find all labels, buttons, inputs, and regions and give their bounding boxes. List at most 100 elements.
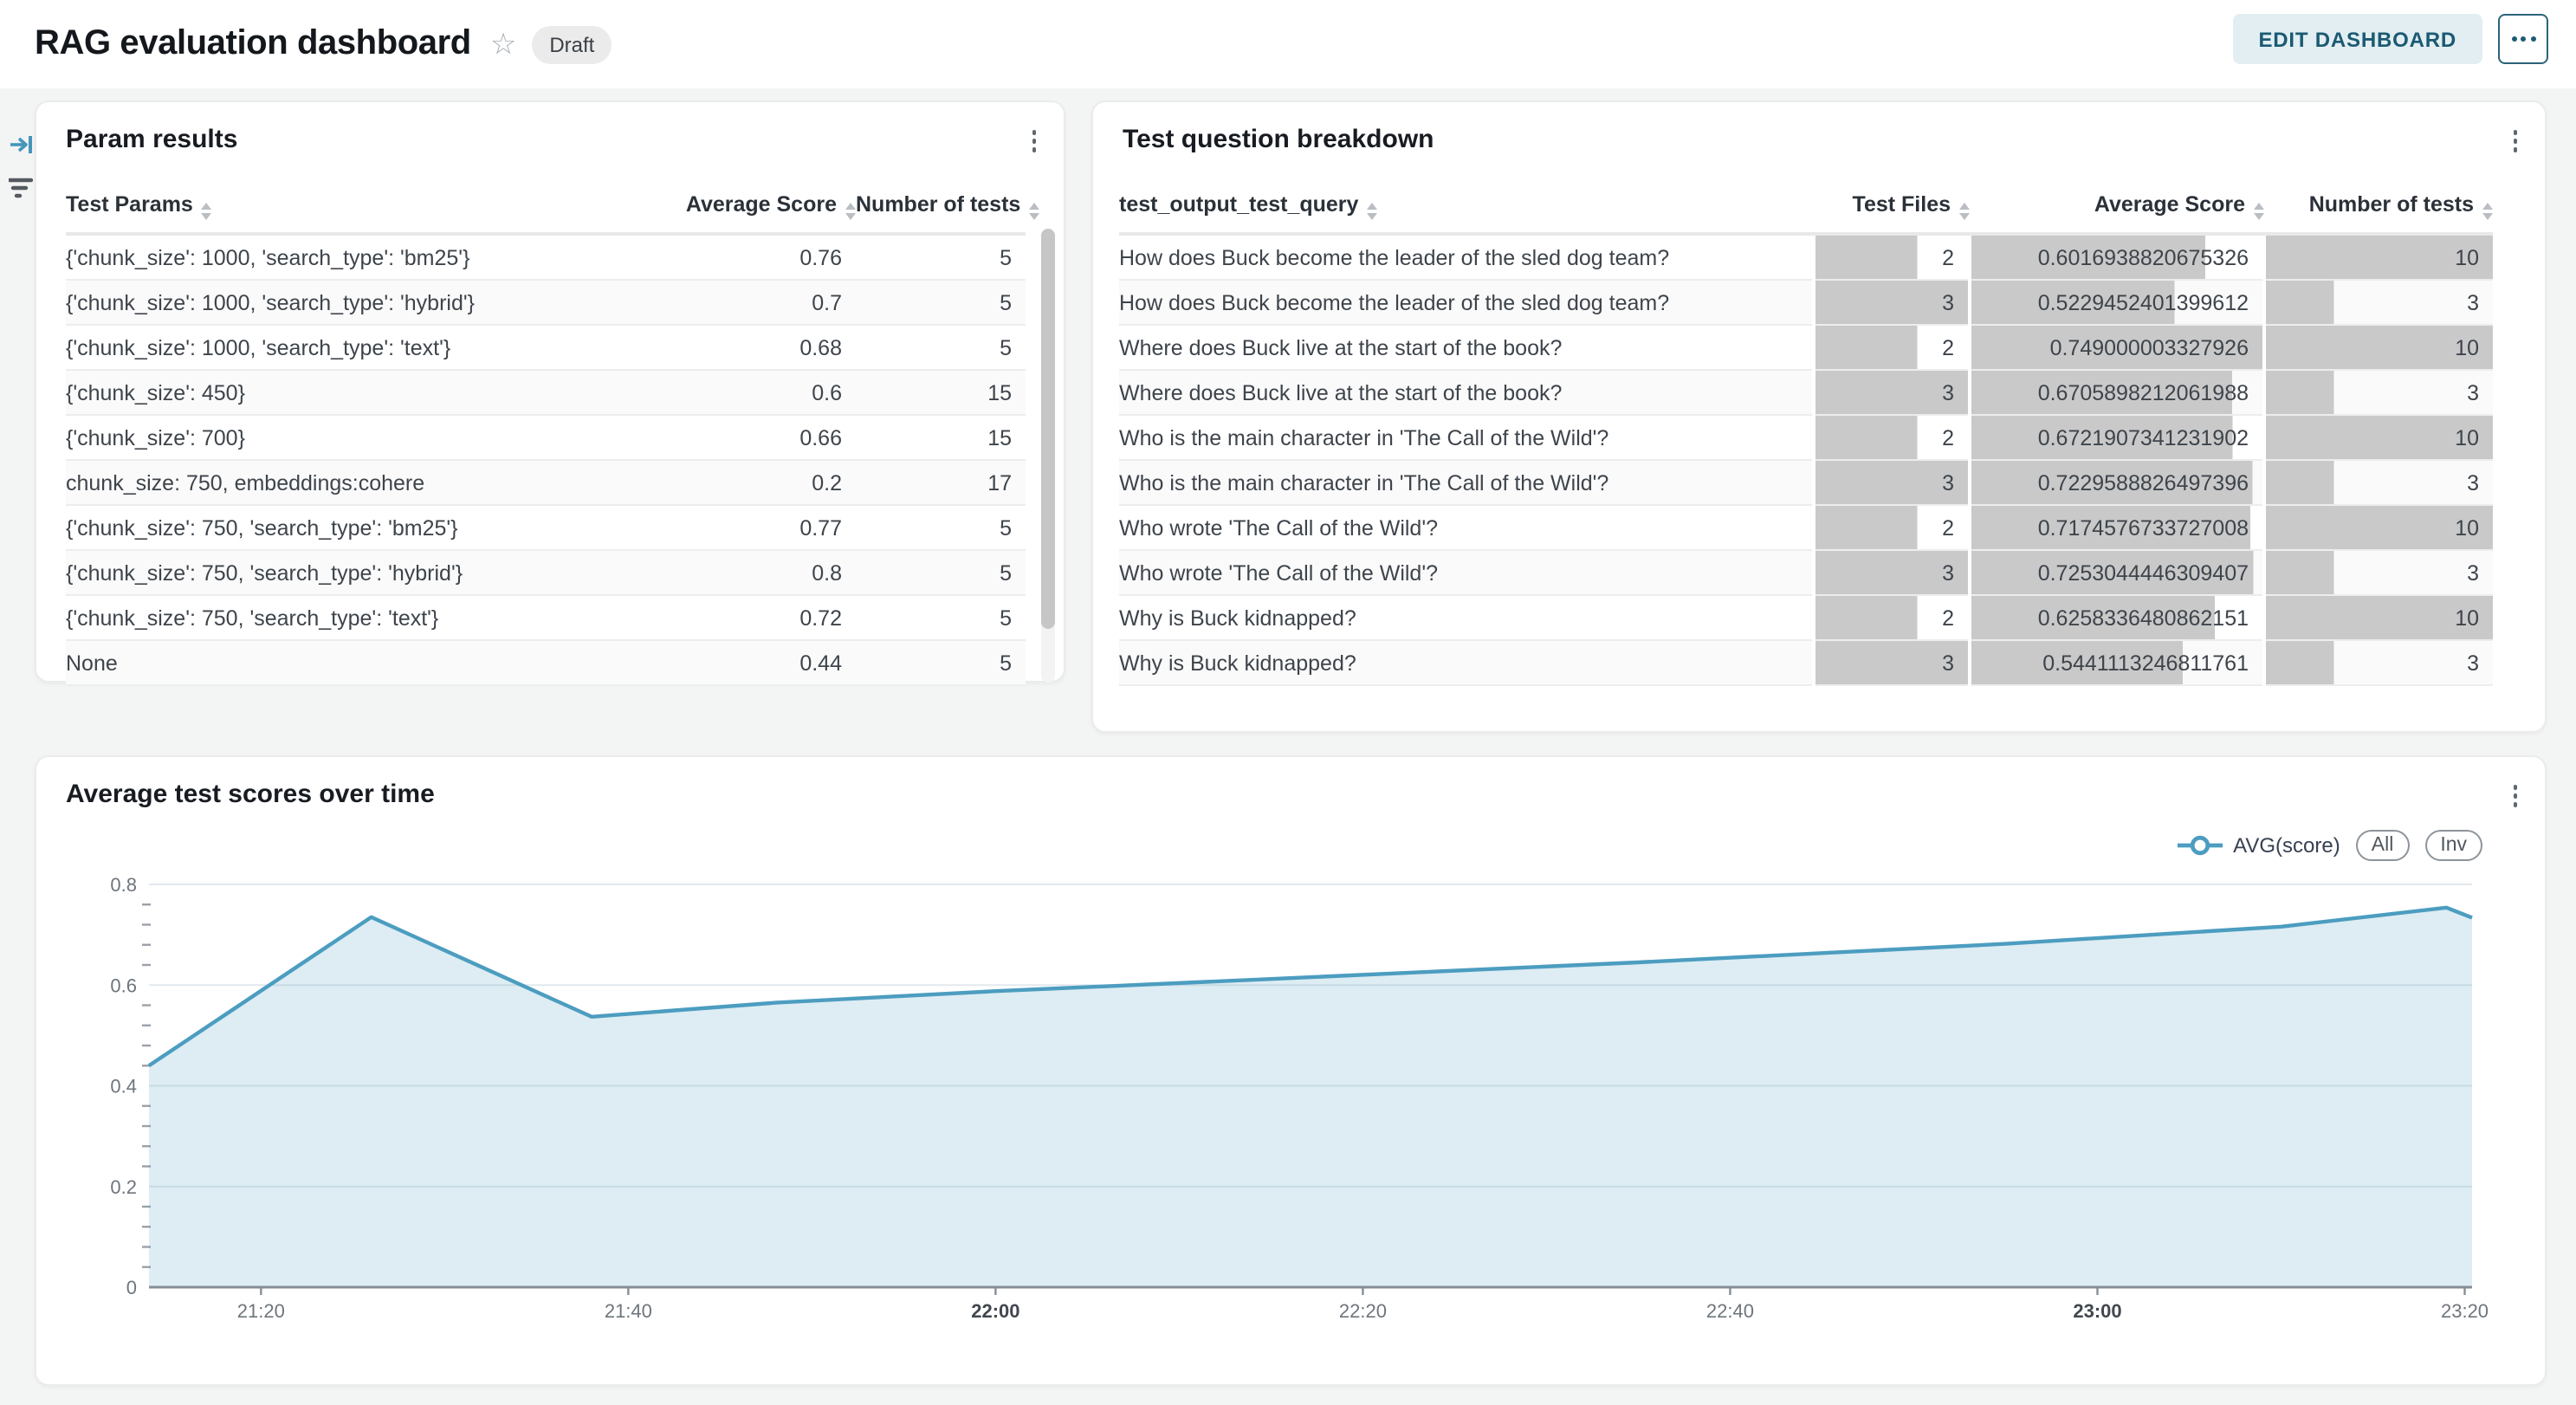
score-cell: 0.749000003327926 — [1970, 325, 2264, 370]
svg-text:0.6: 0.6 — [110, 974, 137, 996]
param-results-card: Param results Test Params Average Score … — [35, 100, 1065, 683]
files-cell: 2 — [1814, 325, 1970, 370]
legend-item-avg-score[interactable]: AVG(score) — [2178, 833, 2340, 858]
tests-cell: 5 — [856, 280, 1026, 325]
tests-cell: 5 — [856, 550, 1026, 595]
sort-icon[interactable] — [1029, 203, 1039, 220]
more-options-button[interactable] — [2498, 14, 2548, 64]
card-title: Test question breakdown — [1123, 125, 1434, 154]
table-row[interactable]: Where does Buck live at the start of the… — [1119, 325, 2493, 370]
card-menu-button[interactable] — [2509, 126, 2521, 155]
svg-text:21:20: 21:20 — [237, 1300, 285, 1322]
table-row[interactable]: {'chunk_size': 1000, 'search_type': 'tex… — [66, 325, 1026, 370]
files-cell: 3 — [1814, 370, 1970, 415]
score-cell: 0.6705898212061988 — [1970, 370, 2264, 415]
sort-icon[interactable] — [1959, 203, 1970, 220]
tests-cell: 15 — [856, 415, 1026, 460]
table-scrollbar[interactable] — [1041, 229, 1055, 683]
score-cell: 0.7229588826497396 — [1970, 460, 2264, 505]
score-cell: 0.6721907341231902 — [1970, 415, 2264, 460]
table-row[interactable]: Who wrote 'The Call of the Wild'?20.7174… — [1119, 505, 2493, 550]
svg-text:0.2: 0.2 — [110, 1176, 137, 1198]
table-row[interactable]: chunk_size: 750, embeddings:cohere0.217 — [66, 460, 1026, 505]
table-row[interactable]: {'chunk_size': 1000, 'search_type': 'bm2… — [66, 234, 1026, 280]
table-row[interactable]: How does Buck become the leader of the s… — [1119, 234, 2493, 280]
table-row[interactable]: {'chunk_size': 450}0.615 — [66, 370, 1026, 415]
score-cell: 0.5229452401399612 — [1970, 280, 2264, 325]
sort-icon[interactable] — [2254, 203, 2264, 220]
column-header-average-score[interactable]: Average Score — [1970, 189, 2264, 234]
column-header-test-params[interactable]: Test Params — [66, 189, 651, 234]
table-row[interactable]: {'chunk_size': 750, 'search_type': 'text… — [66, 595, 1026, 640]
table-row[interactable]: None0.445 — [66, 640, 1026, 685]
param-cell: {'chunk_size': 700} — [66, 415, 651, 460]
panel-collapse-right-icon — [8, 131, 34, 157]
table-row[interactable]: {'chunk_size': 700}0.6615 — [66, 415, 1026, 460]
svg-text:23:00: 23:00 — [2073, 1300, 2121, 1322]
table-row[interactable]: Where does Buck live at the start of the… — [1119, 370, 2493, 415]
status-badge: Draft — [532, 25, 612, 63]
scrollbar-thumb[interactable] — [1041, 229, 1055, 628]
table-row[interactable]: How does Buck become the leader of the s… — [1119, 280, 2493, 325]
column-header-test-files[interactable]: Test Files — [1814, 189, 1970, 234]
tests-cell: 10 — [2264, 325, 2493, 370]
tests-cell: 10 — [2264, 595, 2493, 640]
score-cell: 0.6016938820675326 — [1970, 234, 2264, 280]
svg-text:23:20: 23:20 — [2441, 1300, 2489, 1322]
score-cell: 0.76 — [651, 234, 856, 280]
table-header-row: Test Params Average Score Number of test… — [66, 189, 1026, 234]
table-row[interactable]: {'chunk_size': 1000, 'search_type': 'hyb… — [66, 280, 1026, 325]
sort-icon[interactable] — [202, 203, 212, 220]
tests-cell: 3 — [2264, 550, 2493, 595]
files-cell: 2 — [1814, 415, 1970, 460]
legend-label: AVG(score) — [2233, 833, 2340, 858]
page-title: RAG evaluation dashboard — [35, 24, 471, 64]
tests-cell: 3 — [2264, 460, 2493, 505]
query-cell: Who wrote 'The Call of the Wild'? — [1119, 505, 1814, 550]
column-header-average-score[interactable]: Average Score — [651, 189, 856, 234]
chart-plot[interactable]: 00.20.40.60.821:2021:4022:0022:2022:4023… — [36, 757, 2548, 1388]
card-menu-button[interactable] — [1028, 126, 1039, 155]
files-cell: 3 — [1814, 460, 1970, 505]
filter-button[interactable] — [5, 172, 36, 203]
legend-inv-button[interactable]: Inv — [2424, 830, 2482, 861]
query-cell: How does Buck become the leader of the s… — [1119, 280, 1814, 325]
tests-cell: 3 — [2264, 640, 2493, 685]
column-header-number-of-tests[interactable]: Number of tests — [2264, 189, 2493, 234]
table-row[interactable]: Who is the main character in 'The Call o… — [1119, 415, 2493, 460]
collapse-panel-button[interactable] — [5, 128, 36, 159]
param-cell: {'chunk_size': 1000, 'search_type': 'tex… — [66, 325, 651, 370]
table-row[interactable]: Why is Buck kidnapped?30.544111324681176… — [1119, 640, 2493, 685]
files-cell: 2 — [1814, 234, 1970, 280]
svg-text:22:20: 22:20 — [1339, 1300, 1387, 1322]
sort-icon[interactable] — [1367, 203, 1377, 220]
svg-text:22:00: 22:00 — [971, 1300, 1019, 1322]
files-cell: 3 — [1814, 550, 1970, 595]
sort-icon[interactable] — [2482, 203, 2493, 220]
star-icon[interactable]: ☆ — [490, 29, 517, 59]
table-row[interactable]: Who is the main character in 'The Call o… — [1119, 460, 2493, 505]
score-cell: 0.6 — [651, 370, 856, 415]
query-cell: Why is Buck kidnapped? — [1119, 640, 1814, 685]
table-row[interactable]: {'chunk_size': 750, 'search_type': 'hybr… — [66, 550, 1026, 595]
param-cell: chunk_size: 750, embeddings:cohere — [66, 460, 651, 505]
svg-text:0: 0 — [126, 1277, 137, 1298]
tests-cell: 10 — [2264, 234, 2493, 280]
param-cell: {'chunk_size': 750, 'search_type': 'text… — [66, 595, 651, 640]
score-cell: 0.44 — [651, 640, 856, 685]
score-cell: 0.7174576733727008 — [1970, 505, 2264, 550]
table-row[interactable]: {'chunk_size': 750, 'search_type': 'bm25… — [66, 505, 1026, 550]
top-bar: RAG evaluation dashboard ☆ Draft EDIT DA… — [0, 0, 2576, 88]
sort-icon[interactable] — [845, 203, 856, 220]
table-row[interactable]: Why is Buck kidnapped?20.625833648086215… — [1119, 595, 2493, 640]
question-breakdown-card: Test question breakdown test_output_test… — [1091, 100, 2547, 733]
query-cell: Where does Buck live at the start of the… — [1119, 370, 1814, 415]
column-header-test-query[interactable]: test_output_test_query — [1119, 189, 1814, 234]
edit-dashboard-button[interactable]: EDIT DASHBOARD — [2232, 14, 2482, 64]
table-row[interactable]: Who wrote 'The Call of the Wild'?30.7253… — [1119, 550, 2493, 595]
svg-text:22:40: 22:40 — [1706, 1300, 1754, 1322]
column-header-number-of-tests[interactable]: Number of tests — [856, 189, 1026, 234]
param-cell: {'chunk_size': 1000, 'search_type': 'bm2… — [66, 234, 651, 280]
legend-all-button[interactable]: All — [2356, 830, 2410, 861]
score-cell: 0.68 — [651, 325, 856, 370]
